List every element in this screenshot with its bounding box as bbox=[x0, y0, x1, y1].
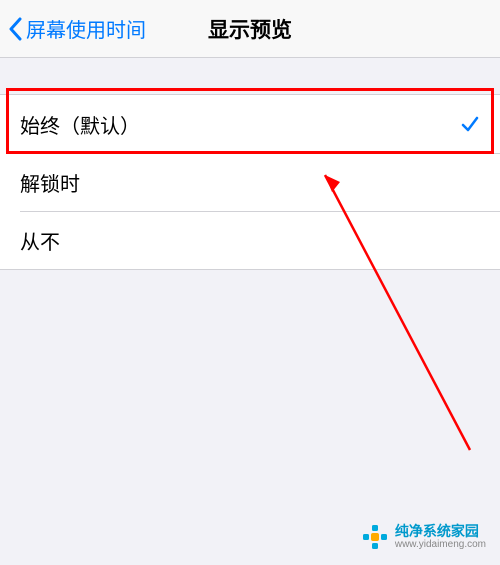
watermark-title: 纯净系统家园 bbox=[395, 524, 486, 539]
navigation-bar: 屏幕使用时间 显示预览 bbox=[0, 0, 500, 58]
option-when-unlocked[interactable]: 解锁时 bbox=[0, 153, 500, 211]
options-list: 始终（默认） 解锁时 从不 bbox=[0, 94, 500, 270]
watermark: 纯净系统家园 www.yidaimeng.com bbox=[361, 523, 486, 551]
section-spacer bbox=[0, 58, 500, 94]
back-label: 屏幕使用时间 bbox=[26, 14, 146, 43]
back-button[interactable]: 屏幕使用时间 bbox=[0, 14, 146, 43]
option-label: 始终（默认） bbox=[20, 110, 140, 139]
watermark-url: www.yidaimeng.com bbox=[395, 539, 486, 550]
option-label: 从不 bbox=[20, 226, 60, 255]
option-never[interactable]: 从不 bbox=[0, 211, 500, 269]
checkmark-icon bbox=[460, 114, 480, 134]
option-label: 解锁时 bbox=[20, 168, 80, 197]
option-always[interactable]: 始终（默认） bbox=[0, 95, 500, 153]
watermark-logo-icon bbox=[361, 523, 389, 551]
page-title: 显示预览 bbox=[208, 14, 292, 44]
chevron-left-icon bbox=[8, 17, 22, 41]
